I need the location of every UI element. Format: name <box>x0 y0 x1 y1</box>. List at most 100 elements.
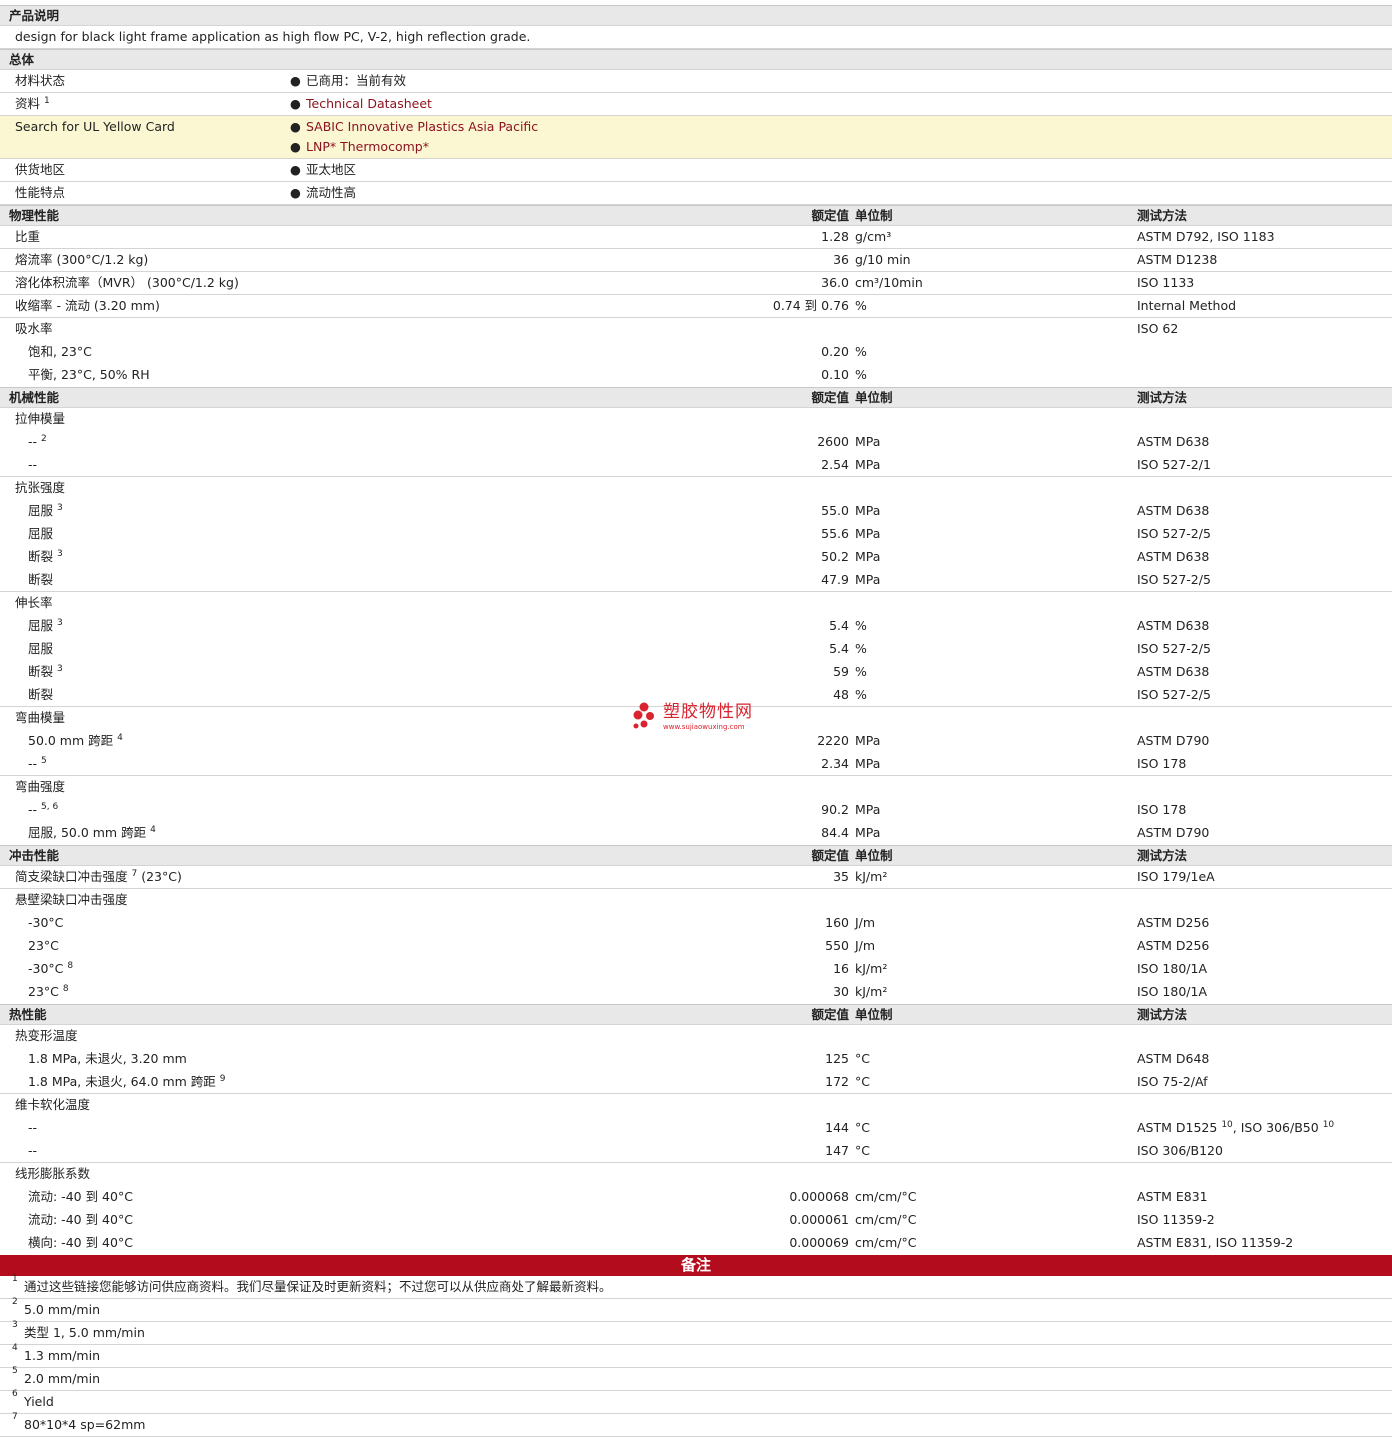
section-header-description: 产品说明 <box>0 5 1392 26</box>
sabic-link[interactable]: SABIC Innovative Plastics Asia Pacific <box>306 119 538 134</box>
watermark-name: 塑胶物性网 <box>663 702 753 722</box>
technical-datasheet-link[interactable]: Technical Datasheet <box>306 96 432 111</box>
row-unit: g/cm³ <box>855 229 892 244</box>
note-text: 2.0 mm/min <box>24 1371 100 1386</box>
row-unit: MPa <box>855 526 881 541</box>
property-subrow: -- 144 °C ASTM D1525 10, ISO 306/B50 10 <box>0 1117 1392 1140</box>
row-unit: kJ/m² <box>855 961 888 976</box>
row-label: 断裂 3 <box>28 549 63 564</box>
col-header-value: 额定值 <box>811 390 849 405</box>
row-unit: cm³/10min <box>855 275 923 290</box>
footnote-ref: 9 <box>219 1074 226 1084</box>
bullet-icon: ● <box>290 96 301 111</box>
footnote-ref: 8 <box>62 984 69 994</box>
row-method: ISO 180/1A <box>1137 984 1208 999</box>
row-method: ASTM D256 <box>1137 915 1210 930</box>
property-subrow: 横向: -40 到 40°C 0.000069 cm/cm/°C ASTM E8… <box>0 1232 1392 1255</box>
section-title: 产品说明 <box>9 8 60 23</box>
property-subrow: -- 2 2600 MPa ASTM D638 <box>0 431 1392 454</box>
col-header-method: 测试方法 <box>1137 1007 1188 1022</box>
property-group-row: 悬壁梁缺口冲击强度 <box>0 889 1392 912</box>
row-method: ASTM D1238 <box>1137 252 1218 267</box>
section-title: 机械性能 <box>9 390 60 405</box>
watermark-logo-icon <box>633 702 654 729</box>
row-label: -- 2 <box>28 434 47 449</box>
note-row: 4 1.3 mm/min <box>0 1343 1392 1368</box>
note-number: 2 <box>12 1297 18 1307</box>
row-unit: % <box>855 687 867 702</box>
row-value: ● 流动性高 <box>290 182 356 204</box>
row-method: ASTM E831, ISO 11359-2 <box>1137 1235 1294 1250</box>
row-method: ISO 1133 <box>1137 275 1195 290</box>
description-text: design for black light frame application… <box>15 29 531 44</box>
row-unit: MPa <box>855 503 881 518</box>
col-header-unit: 单位制 <box>855 390 893 405</box>
row-label: 屈服 <box>28 641 54 656</box>
group-label: 悬壁梁缺口冲击强度 <box>15 892 128 907</box>
bullet-icon: ● <box>290 185 301 200</box>
row-unit: % <box>855 344 867 359</box>
row-unit: % <box>855 367 867 382</box>
features-row: 性能特点 ● 流动性高 <box>0 182 1392 205</box>
row-unit: MPa <box>855 434 881 449</box>
group-label: 拉伸模量 <box>15 411 66 426</box>
section-header-mechanical: 机械性能 额定值 单位制 测试方法 <box>0 387 1392 408</box>
row-label: -- 5, 6 <box>28 802 59 817</box>
section-title: 冲击性能 <box>9 848 60 863</box>
notes-header: 备注 <box>0 1255 1392 1276</box>
property-subrow: 屈服, 50.0 mm 跨距 4 84.4 MPa ASTM D790 <box>0 822 1392 845</box>
group-label: 抗张强度 <box>15 480 66 495</box>
row-value: 160 <box>825 915 849 930</box>
row-method: ISO 62 <box>1137 321 1179 336</box>
row-label: 23°C 8 <box>28 984 69 999</box>
row-label: 比重 <box>15 229 41 244</box>
property-subrow: 屈服 5.4 % ISO 527-2/5 <box>0 638 1392 661</box>
lnp-thermocomp-link[interactable]: LNP* Thermocomp* <box>306 139 429 154</box>
property-group-row: 线形膨胀系数 <box>0 1163 1392 1186</box>
property-subrow: 23°C 550 J/m ASTM D256 <box>0 935 1392 958</box>
row-label: 50.0 mm 跨距 4 <box>28 733 123 748</box>
row-unit: J/m <box>855 938 876 953</box>
note-text: 类型 1, 5.0 mm/min <box>24 1325 145 1340</box>
note-number: 6 <box>12 1389 18 1399</box>
footnote-ref: 10 <box>1221 1120 1233 1130</box>
footnote-ref: 5, 6 <box>41 802 59 812</box>
row-label: 屈服 3 <box>28 618 63 633</box>
property-subrow: 屈服 55.6 MPa ISO 527-2/5 <box>0 523 1392 546</box>
note-text: 1.3 mm/min <box>24 1348 100 1363</box>
row-unit: g/10 min <box>855 252 911 267</box>
property-subrow: 饱和, 23°C 0.20 % <box>0 341 1392 364</box>
row-label: 屈服, 50.0 mm 跨距 4 <box>28 825 156 840</box>
row-label: 屈服 3 <box>28 503 63 518</box>
row-method: ISO 527-2/5 <box>1137 572 1211 587</box>
property-subrow: 23°C 8 30 kJ/m² ISO 180/1A <box>0 981 1392 1004</box>
row-method: ISO 527-2/5 <box>1137 526 1211 541</box>
row-method: ASTM D256 <box>1137 938 1210 953</box>
property-subrow: 1.8 MPa, 未退火, 3.20 mm 125 °C ASTM D648 <box>0 1048 1392 1071</box>
row-value: 2220 <box>817 733 849 748</box>
row-value: 0.20 <box>821 344 849 359</box>
note-number: 3 <box>12 1320 18 1330</box>
row-unit: J/m <box>855 915 876 930</box>
row-method: ISO 179/1eA <box>1137 869 1215 884</box>
row-value: ● Technical Datasheet <box>290 93 432 115</box>
row-unit: MPa <box>855 457 881 472</box>
note-number: 4 <box>12 1343 18 1353</box>
section-title: 总体 <box>9 52 35 67</box>
row-label: 性能特点 <box>15 185 66 200</box>
row-value: 59 <box>833 664 849 679</box>
row-value: 90.2 <box>821 802 849 817</box>
row-method: ASTM D792, ISO 1183 <box>1137 229 1275 244</box>
footnote-ref: 10 <box>1322 1120 1335 1130</box>
row-method: ASTM D638 <box>1137 618 1210 633</box>
row-label: 断裂 <box>28 572 54 587</box>
note-text: 80*10*4 sp=62mm <box>24 1417 146 1432</box>
footnote-ref: 1 <box>44 96 50 106</box>
supply-region-row: 供货地区 ● 亚太地区 <box>0 159 1392 182</box>
note-text: 5.0 mm/min <box>24 1302 100 1317</box>
note-row: 7 80*10*4 sp=62mm <box>0 1412 1392 1437</box>
row-label: 平衡, 23°C, 50% RH <box>28 367 150 382</box>
row-label: -- <box>28 1143 38 1158</box>
note-row: 1 通过这些链接您能够访问供应商资料。我们尽量保证及时更新资料；不过您可以从供应… <box>0 1274 1392 1299</box>
row-value: 147 <box>825 1143 849 1158</box>
